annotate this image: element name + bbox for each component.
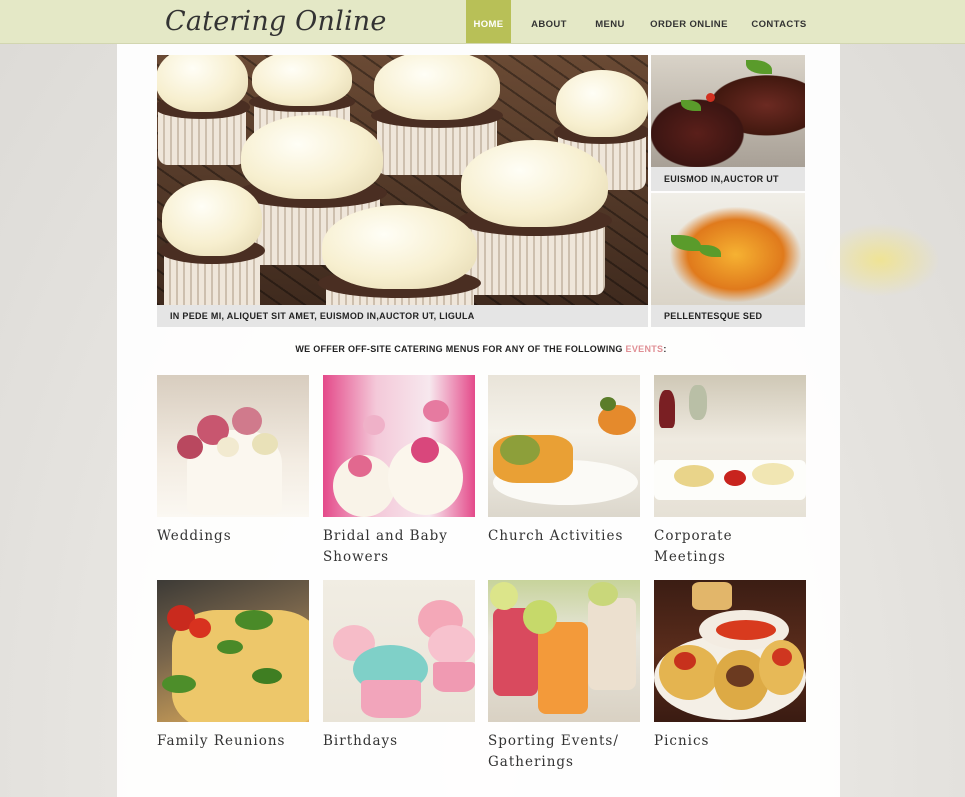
hero-caption[interactable]: IN PEDE MI, ALIQUET SIT AMET, EUISMOD IN…: [157, 305, 648, 327]
event-label[interactable]: Corporate Meetings: [654, 526, 806, 568]
slide-thumb-steak[interactable]: [651, 55, 805, 167]
offer-text: WE OFFER OFF-SITE CATERING MENUS FOR ANY…: [295, 344, 626, 354]
pizza-image[interactable]: [157, 580, 309, 722]
birthday-cupcakes-image[interactable]: [323, 580, 475, 722]
tomato-garnish: [706, 93, 715, 102]
site-logo[interactable]: Catering Online: [165, 6, 387, 37]
cupcake-image: [157, 180, 272, 305]
event-label[interactable]: Weddings: [157, 526, 309, 547]
event-label[interactable]: Picnics: [654, 731, 806, 752]
herb-leaf: [681, 100, 701, 111]
appetizer-image[interactable]: [488, 375, 640, 517]
wedding-cake-image[interactable]: [157, 375, 309, 517]
tacos-image[interactable]: [654, 580, 806, 722]
event-tile-corporate-meetings[interactable]: Corporate Meetings: [654, 375, 806, 568]
top-bar: Catering Online HOME ABOUT MENU ORDER ON…: [0, 0, 965, 44]
event-label[interactable]: Church Activities: [488, 526, 640, 547]
platter-image[interactable]: [654, 375, 806, 517]
smoothies-image[interactable]: [488, 580, 640, 722]
shower-cupcakes-image[interactable]: [323, 375, 475, 517]
event-tile-family-reunions[interactable]: Family Reunions: [157, 580, 309, 752]
hero-slide-image[interactable]: [157, 55, 648, 305]
nav-item-contacts[interactable]: CONTACTS: [745, 0, 813, 43]
event-tile-birthdays[interactable]: Birthdays: [323, 580, 475, 752]
event-label[interactable]: Sporting Events/ Gatherings: [488, 731, 640, 773]
offer-text-end: :: [663, 344, 667, 354]
nav-item-about[interactable]: ABOUT: [511, 0, 587, 43]
event-label[interactable]: Family Reunions: [157, 731, 309, 752]
event-tile-weddings[interactable]: Weddings: [157, 375, 309, 547]
slide-thumb-caption[interactable]: PELLENTESQUE SED: [651, 305, 805, 327]
event-tile-church-activities[interactable]: Church Activities: [488, 375, 640, 547]
event-tile-bridal-baby-showers[interactable]: Bridal and Baby Showers: [323, 375, 475, 568]
event-tile-picnics[interactable]: Picnics: [654, 580, 806, 752]
nav-item-menu[interactable]: MENU: [587, 0, 633, 43]
slide-thumb-pastry[interactable]: [651, 193, 805, 305]
event-tile-sporting-events[interactable]: Sporting Events/ Gatherings: [488, 580, 640, 773]
offer-highlight[interactable]: EVENTS: [626, 344, 664, 354]
cupcake-image: [307, 205, 492, 305]
herb-leaf: [746, 60, 772, 74]
mint-leaf: [671, 235, 701, 251]
slide-thumb-caption[interactable]: EUISMOD IN,AUCTOR UT: [651, 167, 805, 191]
event-label[interactable]: Birthdays: [323, 731, 475, 752]
nav-item-order-online[interactable]: ORDER ONLINE: [633, 0, 745, 43]
main-nav: HOME ABOUT MENU ORDER ONLINE CONTACTS: [466, 0, 813, 43]
offer-heading: WE OFFER OFF-SITE CATERING MENUS FOR ANY…: [157, 344, 805, 354]
event-label[interactable]: Bridal and Baby Showers: [323, 526, 475, 568]
mint-leaf: [699, 245, 721, 257]
nav-item-home[interactable]: HOME: [466, 0, 511, 43]
